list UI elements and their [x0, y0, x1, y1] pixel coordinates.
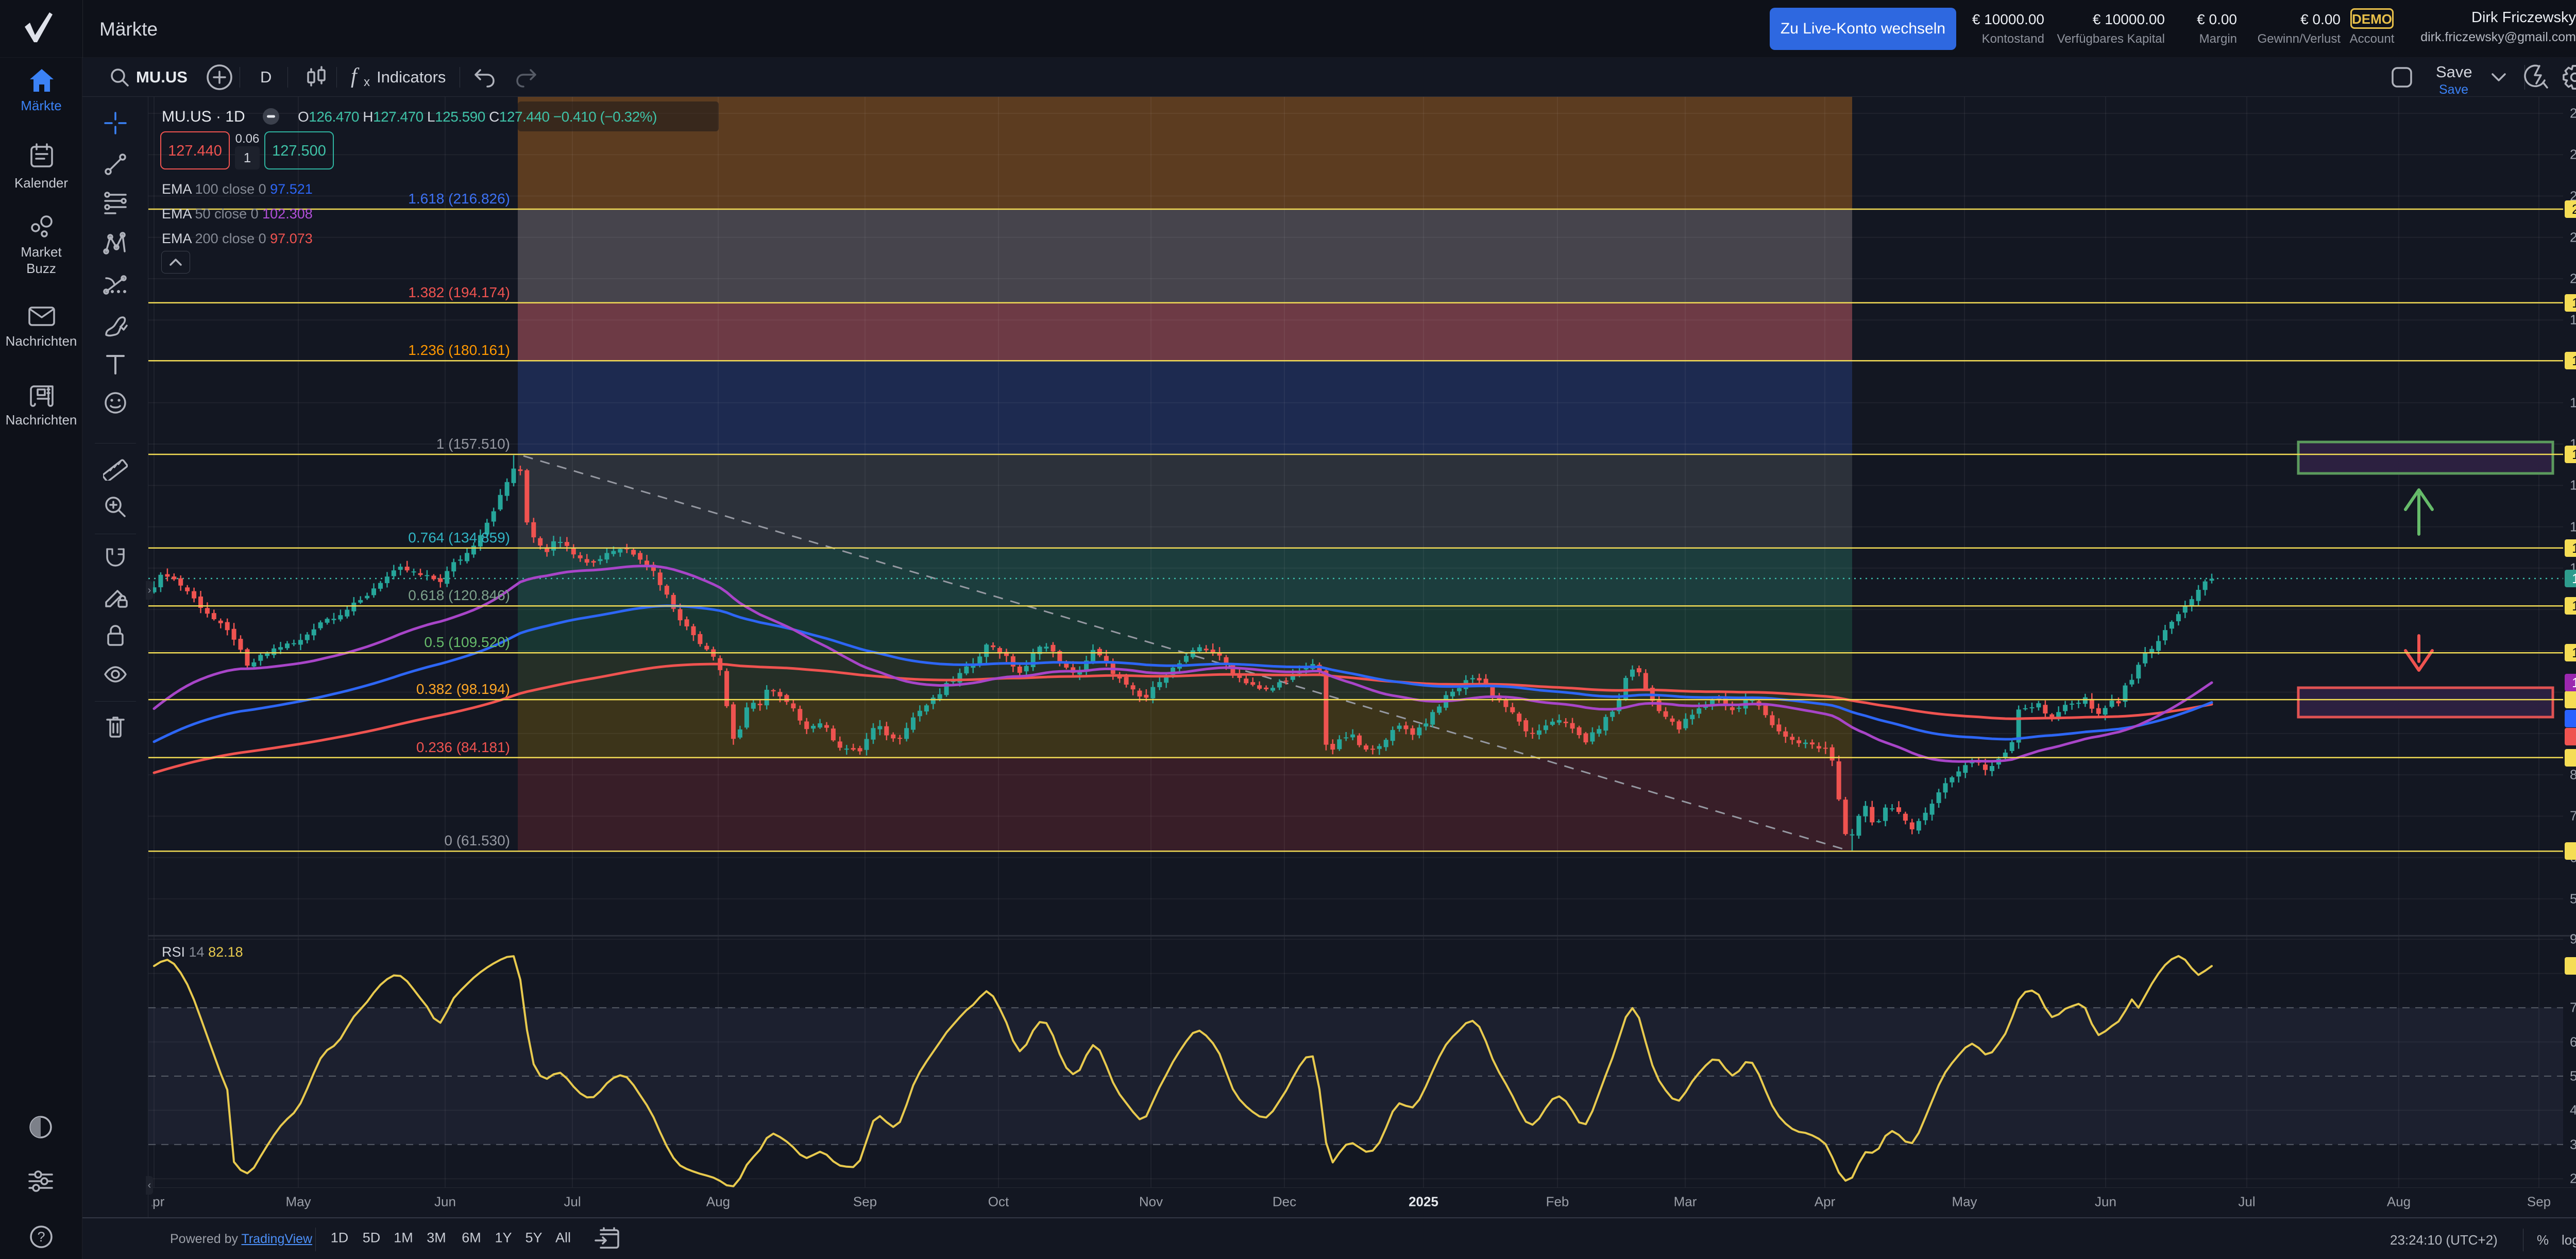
svg-text:?: ?	[37, 1229, 45, 1245]
